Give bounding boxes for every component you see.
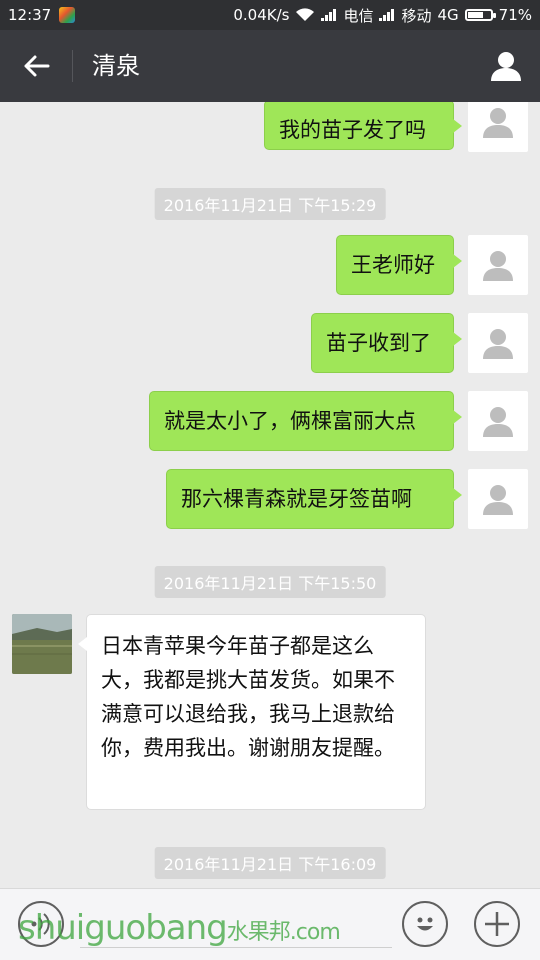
timestamp: 2016年11月21日 下午16:09 [154,847,386,879]
more-button[interactable] [474,901,520,947]
message-text: 日本青苹果今年苗子都是这么大，我都是挑大苗发货。如果不满意可以退给我，我马上退款… [101,634,395,760]
watermark-text: shuiguobang [18,908,228,948]
incoming-bubble[interactable]: 日本青苹果今年苗子都是这么大，我都是挑大苗发货。如果不满意可以退给我，我马上退款… [78,614,426,810]
message-text: 那六棵青森就是牙签苗啊 [181,487,412,511]
person-icon [491,52,521,81]
outgoing-bubble[interactable]: 就是太小了，俩棵富丽大点 [149,391,462,451]
outgoing-bubble[interactable]: 王老师好 [336,235,462,295]
outgoing-bubble[interactable]: 苗子收到了 [311,313,462,373]
outgoing-bubble[interactable]: 那六棵青森就是牙签苗啊 [166,469,462,529]
contact-info-button[interactable] [486,46,526,86]
chat-title: 清泉 [92,52,140,80]
net-speed: 0.04K/s [233,6,290,24]
plus-icon [485,912,509,936]
message-list[interactable]: 我的苗子发了吗 2016年11月21日 下午15:29 王老师好 苗子收到了 就… [0,102,540,888]
timestamp: 2016年11月21日 下午15:50 [154,566,386,598]
wifi-icon [296,8,315,21]
default-avatar-icon [483,329,513,359]
default-avatar-icon [483,251,513,281]
avatar[interactable] [468,313,528,373]
default-avatar-icon [483,108,513,138]
signal-icon [321,9,337,21]
carrier-2: 移动 [401,6,432,25]
message-text: 我的苗子发了吗 [279,118,426,142]
status-bar: 12:37 0.04K/s 电信 移动 4G 71% [0,0,540,30]
default-avatar-icon [483,485,513,515]
carrier-1: 电信 [343,6,374,25]
emoji-button[interactable] [402,901,448,947]
message-text: 苗子收到了 [326,331,431,355]
avatar[interactable] [12,614,72,674]
watermark-cn: 水果邦 [226,920,291,945]
header-divider [72,50,73,82]
app-notification-icon [59,7,76,23]
landscape-avatar-image [12,614,72,674]
avatar[interactable] [468,469,528,529]
watermark: shuiguobang水果邦.com [18,908,341,948]
message-text: 王老师好 [351,253,435,277]
back-arrow-icon [24,55,50,77]
battery-percent: 71% [498,6,532,24]
outgoing-bubble[interactable]: 我的苗子发了吗 [264,102,462,150]
timestamp: 2016年11月21日 下午15:29 [154,188,386,220]
chat-header: 清泉 [0,30,540,102]
default-avatar-icon [483,407,513,437]
clock: 12:37 [8,6,52,24]
message-text: 就是太小了，俩棵富丽大点 [164,409,416,433]
network-type: 4G [437,6,459,24]
avatar[interactable] [468,391,528,451]
battery-icon [464,9,496,21]
signal-icon [379,9,395,21]
watermark-suffix: .com [289,920,341,945]
avatar[interactable] [468,102,528,152]
back-button[interactable] [14,48,58,84]
avatar[interactable] [468,235,528,295]
smiley-icon [417,917,433,931]
message-row: 我的苗子发了吗 [0,102,540,164]
